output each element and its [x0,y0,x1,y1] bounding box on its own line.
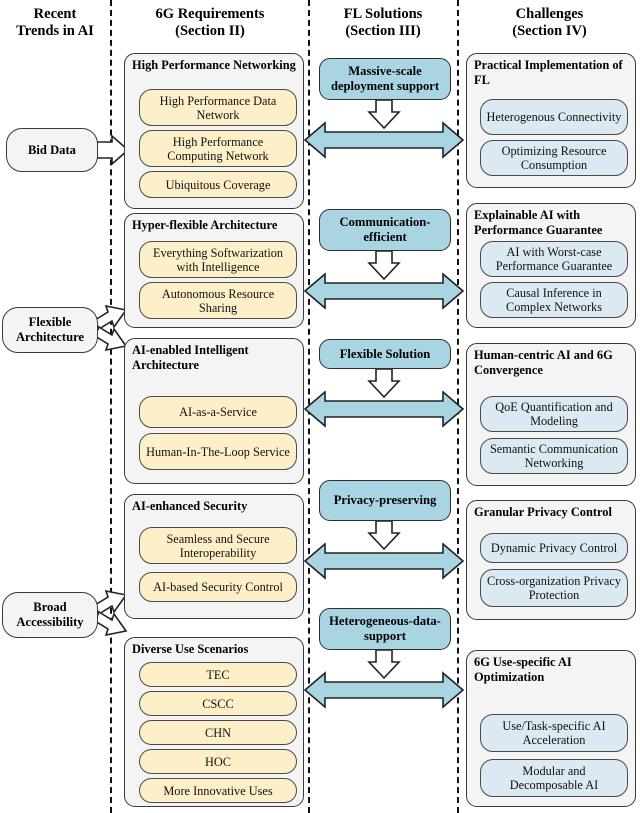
requirement-group-title: Hyper-flexible Architecture [132,218,278,232]
requirement-item[interactable]: High Performance Data Network [139,89,297,126]
challenge-group-human-centric-ai-and-6g-convergence[interactable]: Human-centric AI and 6G Convergence QoE … [466,343,636,486]
requirement-group-title: Diverse Use Scenarios [132,642,249,656]
requirement-item[interactable]: CHN [139,720,297,745]
arrow-down-massive-scale [367,99,401,130]
requirement-item[interactable]: High Performance Computing Network [139,130,297,167]
challenge-group-title: Human-centric AI and 6G Convergence [474,348,613,377]
fl-solution-label: Flexible Solution [339,346,431,361]
column-header-trends-line1: Recent [33,6,77,22]
trend-flexible-architecture-line2: Architecture [15,330,85,344]
challenge-item[interactable]: AI with Worst-case Performance Guarantee [480,241,628,277]
trend-broad-accessibility-line2: Accessibility [16,615,84,629]
challenge-item[interactable]: Dynamic Privacy Control [480,533,628,563]
challenge-group-granular-privacy-control[interactable]: Granular Privacy Control Dynamic Privacy… [466,500,636,620]
arrow-down-privacy-preserving [367,520,401,551]
challenge-group-title: Granular Privacy Control [474,505,612,519]
challenge-group-title: Explainable AI with Performance Guarante… [474,208,603,237]
requirement-item[interactable]: AI-based Security Control [139,572,297,602]
divider-fl-challenges [457,0,459,813]
double-arrow-row-3 [303,390,465,428]
divider-requirements-fl [308,0,310,813]
trend-flexible-architecture-line1: Flexible [28,315,72,329]
requirement-group-ai-enhanced-security[interactable]: AI-enhanced Security Seamless and Secure… [124,494,304,619]
column-header-fl-solutions-line2: (Section III) [345,23,421,39]
column-header-fl-solutions: FL Solutions (Section III) [310,6,456,40]
fl-solution-massive-scale-deployment-support[interactable]: Massive-scale deployment support [319,58,451,100]
challenge-item[interactable]: Causal Inference in Complex Networks [480,282,628,318]
requirement-group-hyper-flexible-architecture[interactable]: Hyper-flexible Architecture Everything S… [124,213,304,328]
double-arrow-row-2 [303,272,465,310]
requirement-group-title: AI-enhanced Security [132,499,248,513]
fl-solution-communication-efficient[interactable]: Communication-efficient [319,209,451,251]
challenge-item[interactable]: Heterogenous Connectivity [480,99,628,135]
column-header-trends: Recent Trends in AI [0,6,110,40]
requirement-group-ai-enabled-intelligent-architecture[interactable]: AI-enabled Intelligent Architecture AI-a… [124,338,304,484]
challenge-item[interactable]: QoE Quantification and Modeling [480,396,628,432]
requirement-item[interactable]: HOC [139,749,297,774]
fl-solution-label: Heterogeneous-data-support [329,614,441,643]
column-header-requirements-line1: 6G Requirements [155,6,265,22]
fl-solution-label: Privacy-preserving [333,493,437,507]
challenge-group-title: Practical Implementation of FL [474,58,623,87]
arrow-down-flexible-solution [367,368,401,399]
column-header-trends-line2: Trends in AI [16,23,94,39]
arrow-down-communication-efficient [367,250,401,281]
requirement-item[interactable]: Human-In-The-Loop Service [139,433,297,470]
requirement-item[interactable]: CSCC [139,691,297,716]
arrow-down-heterogeneous-data-support [367,649,401,680]
fl-solution-heterogeneous-data-support[interactable]: Heterogeneous-data-support [319,608,451,650]
double-arrow-row-5 [303,671,465,709]
column-header-fl-solutions-line1: FL Solutions [343,6,423,22]
requirement-group-title: AI-enabled Intelligent Architecture [132,343,249,372]
requirement-item[interactable]: AI-as-a-Service [139,396,297,428]
divider-trends-requirements [110,0,112,813]
challenge-item[interactable]: Use/Task-specific AI Acceleration [480,714,628,752]
column-header-requirements: 6G Requirements (Section II) [112,6,308,40]
double-arrow-row-4 [303,542,465,580]
requirement-item[interactable]: Everything Softwarization with Intellige… [139,241,297,278]
figure-canvas: Recent Trends in AI 6G Requirements (Sec… [0,0,640,813]
trend-bid-data[interactable]: Bid Data [6,128,98,172]
challenge-item[interactable]: Semantic Communication Networking [480,438,628,474]
challenge-item[interactable]: Optimizing Resource Consumption [480,140,628,176]
trend-bid-data-line1: Bid Data [28,142,76,157]
column-header-challenges: Challenges (Section IV) [459,6,640,40]
challenge-group-explainable-ai-with-performance-guarantee[interactable]: Explainable AI with Performance Guarante… [466,203,636,328]
requirement-group-high-performance-networking[interactable]: High Performance Networking High Perform… [124,53,304,209]
challenge-group-title: 6G Use-specific AI Optimization [474,655,572,684]
trend-broad-accessibility[interactable]: Broad Accessibility [2,592,98,638]
challenge-item[interactable]: Cross-organization Privacy Protection [480,569,628,607]
fl-solution-label: Massive-scale deployment support [330,64,440,93]
column-header-challenges-line2: (Section IV) [512,23,587,39]
column-header-requirements-line2: (Section II) [175,23,245,39]
requirement-group-title: High Performance Networking [132,58,296,72]
column-header-challenges-line1: Challenges [515,6,584,22]
fl-solution-privacy-preserving[interactable]: Privacy-preserving [319,480,451,521]
trend-broad-accessibility-line1: Broad [33,600,67,614]
requirement-group-diverse-use-scenarios[interactable]: Diverse Use Scenarios TEC CSCC CHN HOC M… [124,637,304,807]
requirement-item[interactable]: More Innovative Uses [139,778,297,803]
fl-solution-label: Communication-efficient [339,215,431,244]
requirement-item[interactable]: Autonomous Resource Sharing [139,282,297,319]
trend-flexible-architecture[interactable]: Flexible Architecture [2,307,98,353]
double-arrow-row-1 [303,121,465,159]
fl-solution-flexible-solution[interactable]: Flexible Solution [319,339,451,369]
challenge-group-practical-implementation-of-fl[interactable]: Practical Implementation of FL Heterogen… [466,53,636,188]
challenge-item[interactable]: Modular and Decomposable AI [480,759,628,797]
challenge-group-6g-use-specific-ai-optimization[interactable]: 6G Use-specific AI Optimization Use/Task… [466,650,636,807]
requirement-item[interactable]: Seamless and Secure Interoperability [139,527,297,564]
requirement-item[interactable]: Ubiquitous Coverage [139,171,297,198]
requirement-item[interactable]: TEC [139,662,297,687]
